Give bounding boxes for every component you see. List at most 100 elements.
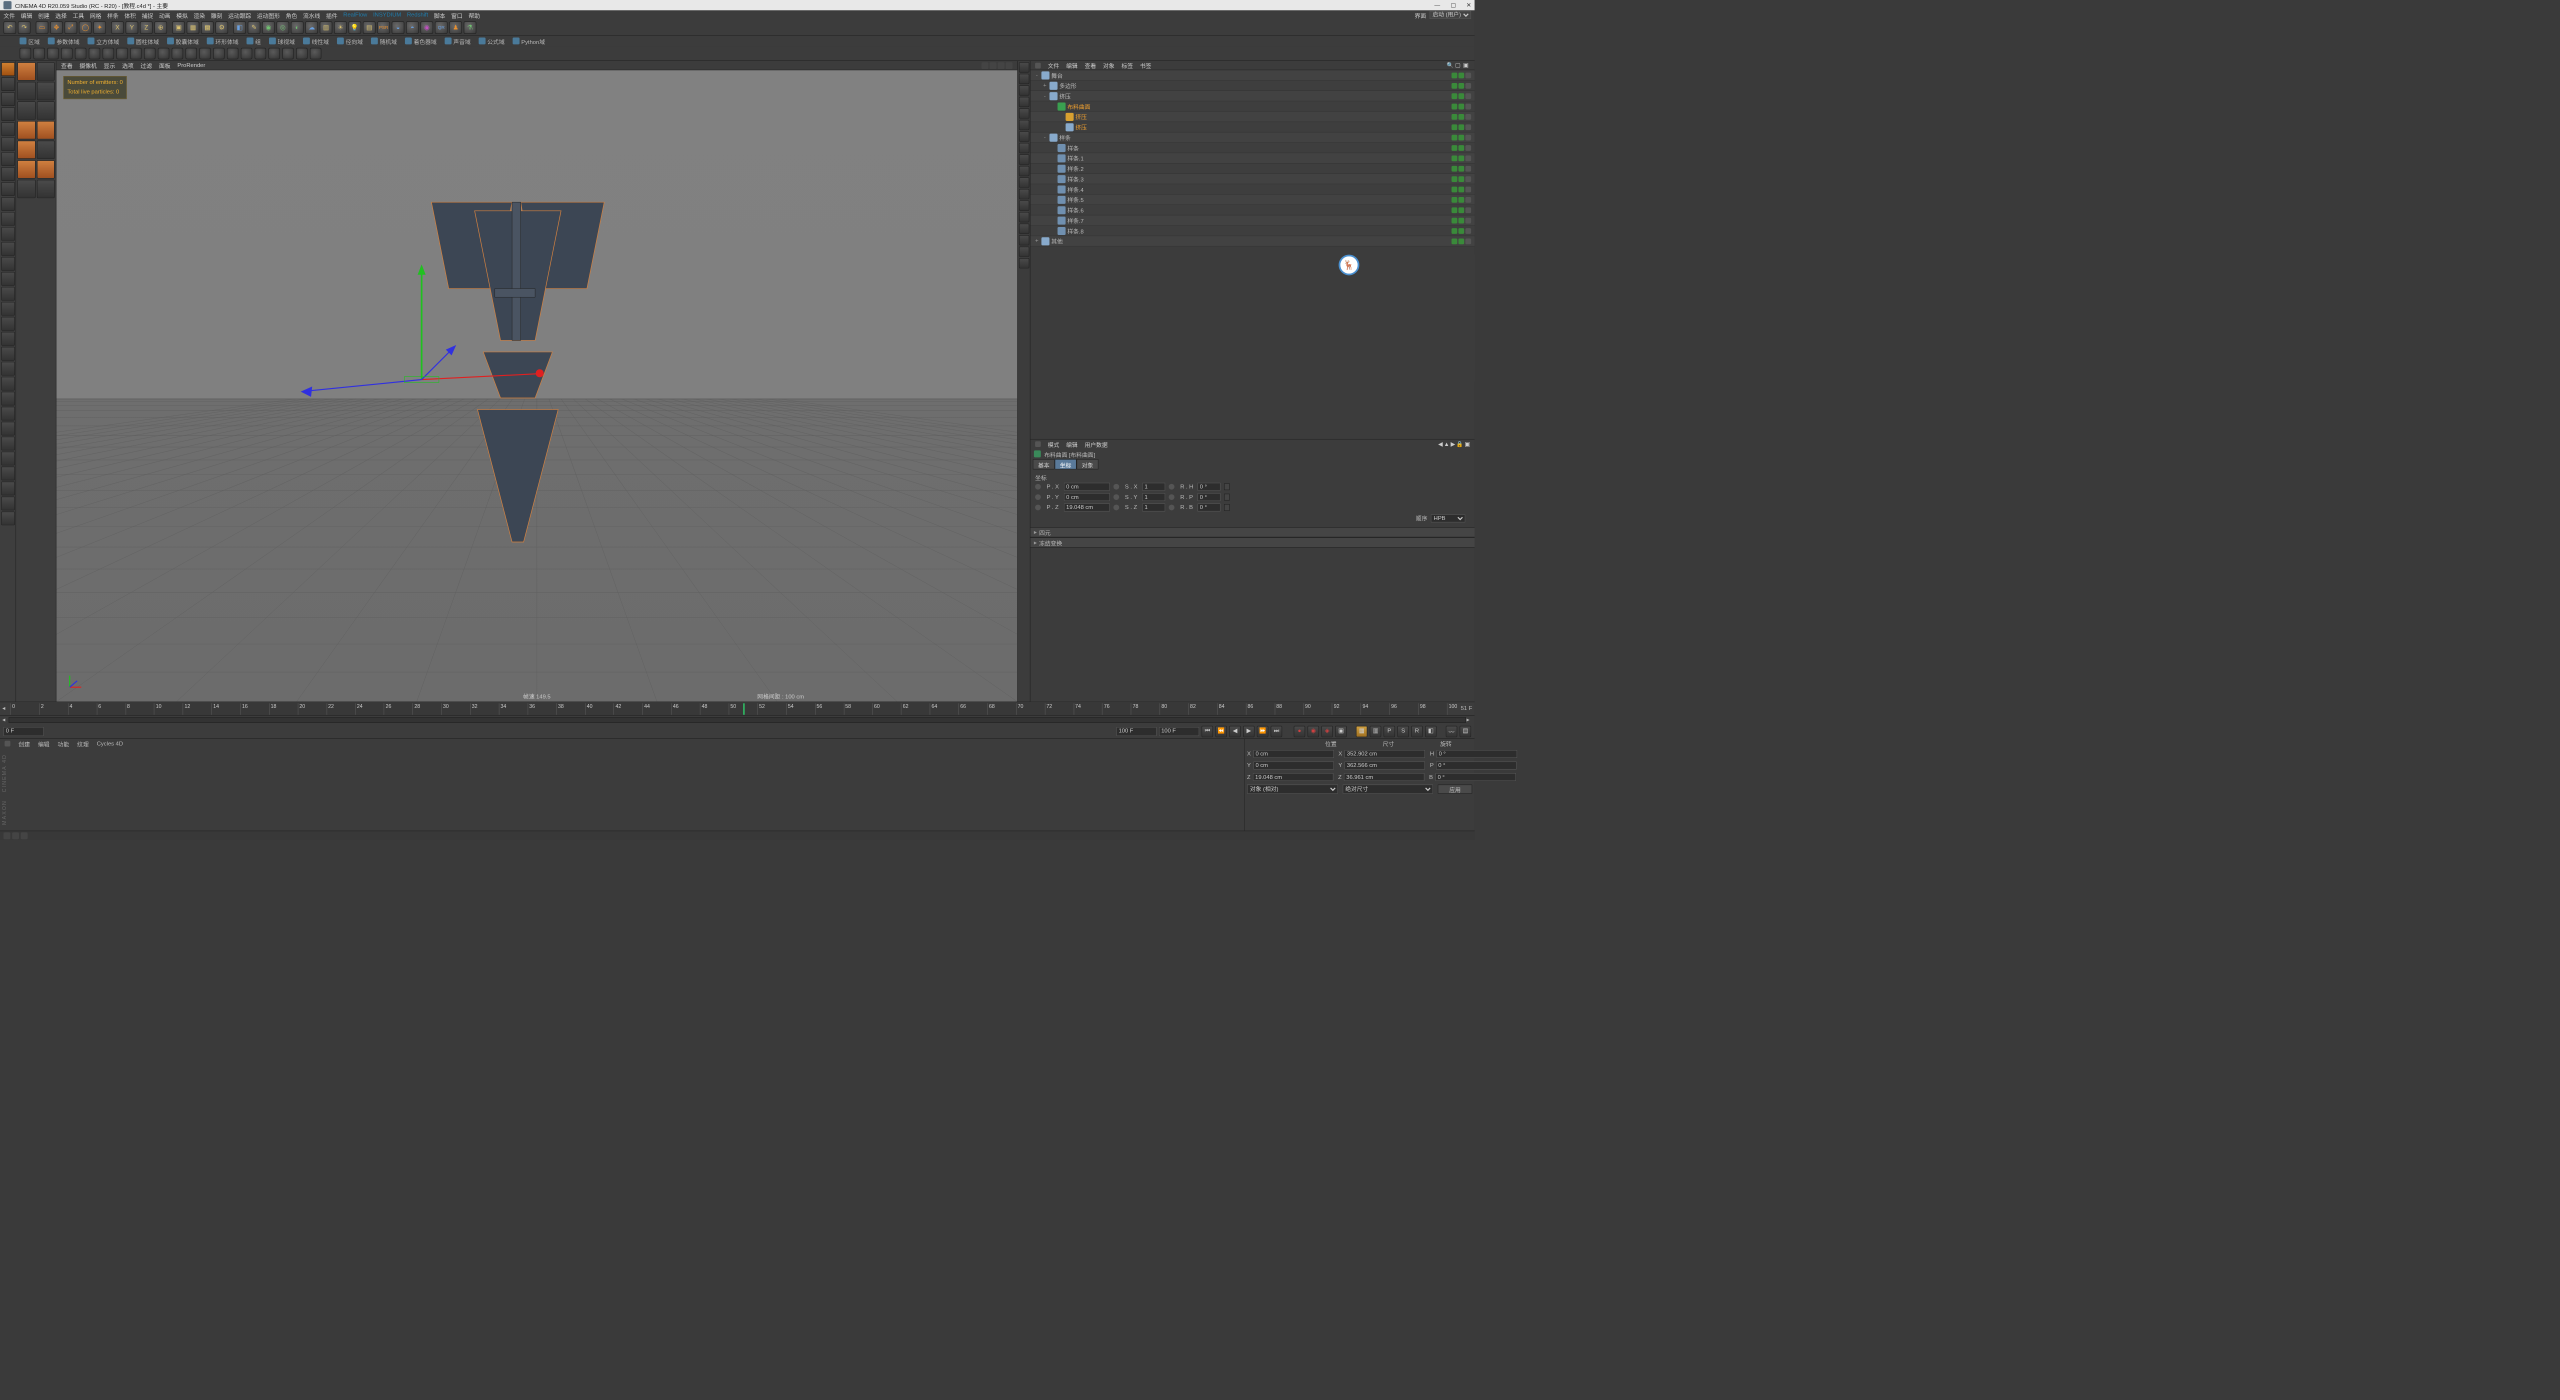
zsize-input[interactable] — [1344, 773, 1425, 781]
tag-icon[interactable] — [1465, 217, 1471, 223]
render-dot[interactable] — [1458, 145, 1464, 151]
mode-button[interactable] — [1, 332, 15, 346]
py-input[interactable] — [1064, 493, 1110, 501]
render-dot[interactable] — [1458, 166, 1464, 172]
object-row[interactable]: 挤压 — [1030, 112, 1474, 122]
tag-icon[interactable] — [1465, 207, 1471, 213]
om-menu-item[interactable]: 文件 — [1048, 61, 1060, 70]
mode-button[interactable] — [1, 287, 15, 301]
menu-item[interactable]: 创建 — [38, 11, 50, 20]
end-frame-input[interactable] — [1116, 727, 1156, 736]
grip-icon[interactable] — [5, 741, 11, 747]
vp-toggle-icon[interactable] — [990, 62, 997, 69]
scale-tool[interactable]: ⤢ — [65, 21, 78, 34]
mode-button[interactable] — [1, 377, 15, 391]
visibility-dot[interactable] — [1452, 176, 1458, 182]
mode-button[interactable] — [1, 227, 15, 241]
mode-button[interactable] — [1, 197, 15, 211]
px-input[interactable] — [1064, 483, 1110, 491]
mode-button[interactable] — [1, 497, 15, 511]
tool-button[interactable] — [33, 48, 45, 60]
scale-key-button[interactable]: S — [1397, 725, 1409, 737]
palette-button[interactable] — [37, 82, 55, 100]
goto-start-button[interactable]: ⏮ — [1202, 725, 1214, 737]
visibility-dot[interactable] — [1452, 134, 1458, 140]
tool-button[interactable] — [213, 48, 225, 60]
mode-button[interactable] — [1, 272, 15, 286]
coord-system-button[interactable]: ⊕ — [154, 21, 167, 34]
object-name[interactable]: 样条.7 — [1067, 216, 1083, 225]
tool-button[interactable] — [75, 48, 87, 60]
attr-menu-item[interactable]: 编辑 — [1066, 440, 1078, 449]
xrot-input[interactable] — [1436, 750, 1517, 758]
tool-button[interactable] — [282, 48, 294, 60]
rb-input[interactable] — [1198, 503, 1221, 511]
nav-back-icon[interactable]: ◀ — [1438, 441, 1442, 447]
field-button[interactable]: Python域 — [513, 37, 545, 46]
palette-button[interactable] — [17, 101, 35, 119]
render-dot[interactable] — [1458, 207, 1464, 213]
field-button[interactable]: 参数体域 — [48, 37, 80, 46]
field-button[interactable]: 随机域 — [371, 37, 397, 46]
mode-button[interactable] — [1, 152, 15, 166]
visibility-dot[interactable] — [1452, 166, 1458, 172]
om-menu-item[interactable]: 标签 — [1121, 61, 1133, 70]
tag-button[interactable]: 💡 — [348, 21, 361, 34]
field-button[interactable]: 圆柱体域 — [127, 37, 159, 46]
mode-button[interactable] — [1, 467, 15, 481]
tag-icon[interactable] — [1465, 166, 1471, 172]
mode-button[interactable] — [1, 257, 15, 271]
pz-input[interactable] — [1064, 503, 1110, 511]
tool-button[interactable] — [61, 48, 73, 60]
om-menu-item[interactable]: 编辑 — [1066, 61, 1078, 70]
tag-icon[interactable] — [1465, 124, 1471, 130]
render-dot[interactable] — [1458, 155, 1464, 161]
record-button[interactable]: ● — [1294, 725, 1306, 737]
object-row[interactable]: 样条.4 — [1030, 184, 1474, 194]
nurbs-button[interactable]: ◉ — [262, 21, 275, 34]
object-row[interactable]: 样条.6 — [1030, 205, 1474, 215]
menu-item[interactable]: 网格 — [90, 11, 102, 20]
panel-icon[interactable]: ▢ — [1455, 62, 1462, 69]
render-dot[interactable] — [1458, 124, 1464, 130]
vp-menu-item[interactable]: 摄像机 — [79, 61, 96, 70]
object-name[interactable]: 样条.5 — [1067, 195, 1083, 204]
qr-button[interactable]: QR — [435, 21, 448, 34]
tool-button[interactable] — [199, 48, 211, 60]
strip-button[interactable] — [1019, 143, 1029, 153]
menu-item[interactable]: 插件 — [326, 11, 338, 20]
xsize-input[interactable] — [1345, 750, 1426, 758]
strip-button[interactable] — [1019, 62, 1029, 72]
menu-item[interactable]: 角色 — [286, 11, 298, 20]
tag-icon[interactable] — [1465, 155, 1471, 161]
xpos-input[interactable] — [1253, 750, 1334, 758]
vp-menu-item[interactable]: 选项 — [122, 61, 134, 70]
palette-button[interactable] — [17, 82, 35, 100]
visibility-dot[interactable] — [1452, 228, 1458, 234]
menu-item[interactable]: 运动图形 — [257, 11, 280, 20]
menu-item[interactable]: INSYDIUM — [373, 12, 401, 18]
psr-button[interactable]: PSR — [377, 21, 390, 34]
strip-button[interactable] — [1019, 212, 1029, 222]
redo-button[interactable]: ↷ — [18, 21, 31, 34]
menu-item[interactable]: 编辑 — [21, 11, 33, 20]
apply-button[interactable]: 应用 — [1438, 785, 1473, 794]
rot-key-button[interactable]: R — [1411, 725, 1423, 737]
strip-button[interactable] — [1019, 120, 1029, 130]
object-name[interactable]: 样条.8 — [1067, 226, 1083, 235]
tool-button[interactable] — [20, 48, 32, 60]
grip-icon[interactable] — [1035, 62, 1041, 68]
mode-button[interactable] — [1, 452, 15, 466]
rh-input[interactable] — [1198, 483, 1221, 491]
mograph-button[interactable]: ◒ — [392, 21, 405, 34]
fcurve-button[interactable]: 〰 — [1446, 725, 1458, 737]
attr-menu-item[interactable]: 用户数据 — [1085, 440, 1108, 449]
mode-button[interactable] — [1, 182, 15, 196]
mode-button[interactable] — [1, 107, 15, 121]
render-dot[interactable] — [1458, 103, 1464, 109]
palette-button[interactable] — [37, 180, 55, 198]
field-button[interactable]: 径向域 — [337, 37, 363, 46]
object-row[interactable]: 布料曲面 — [1030, 101, 1474, 111]
menu-item[interactable]: 渲染 — [194, 11, 206, 20]
vp-toggle-icon[interactable] — [982, 62, 989, 69]
